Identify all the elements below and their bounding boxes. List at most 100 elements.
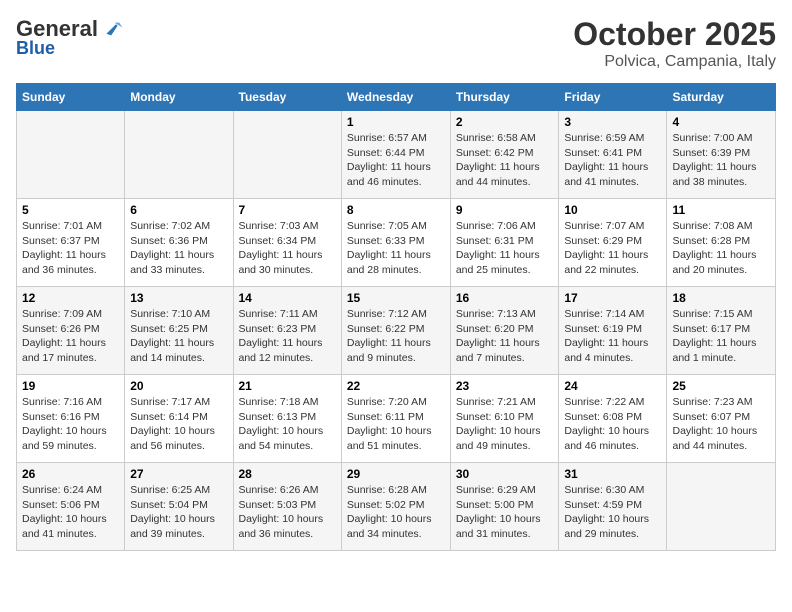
day-number: 26 xyxy=(22,467,119,481)
calendar-cell: 11 Sunrise: 7:08 AMSunset: 6:28 PMDayligh… xyxy=(667,199,776,287)
calendar-cell: 19 Sunrise: 7:16 AMSunset: 6:16 PMDayligh… xyxy=(17,375,125,463)
day-info: Sunrise: 6:29 AMSunset: 5:00 PMDaylight:… xyxy=(456,483,554,542)
day-number: 29 xyxy=(347,467,445,481)
day-info: Sunrise: 6:59 AMSunset: 6:41 PMDaylight:… xyxy=(564,131,661,190)
day-info: Sunrise: 7:00 AMSunset: 6:39 PMDaylight:… xyxy=(672,131,770,190)
header-tuesday: Tuesday xyxy=(233,84,341,111)
calendar-cell: 24 Sunrise: 7:22 AMSunset: 6:08 PMDayligh… xyxy=(559,375,667,463)
calendar-cell: 1Sunrise: 6:57 AMSunset: 6:44 PMDaylight… xyxy=(341,111,450,199)
day-number: 2 xyxy=(456,115,554,129)
day-info: Sunrise: 7:21 AMSunset: 6:10 PMDaylight:… xyxy=(456,395,554,454)
calendar-cell: 15 Sunrise: 7:12 AMSunset: 6:22 PMDayligh… xyxy=(341,287,450,375)
day-info: Sunrise: 7:15 AMSunset: 6:17 PMDaylight:… xyxy=(672,307,770,366)
calendar-table: SundayMondayTuesdayWednesdayThursdayFrid… xyxy=(16,83,776,551)
day-number: 20 xyxy=(130,379,227,393)
page-header: General Blue October 2025 Polvica, Campa… xyxy=(16,16,776,71)
calendar-cell: 4 Sunrise: 7:00 AMSunset: 6:39 PMDaylight… xyxy=(667,111,776,199)
calendar-cell xyxy=(125,111,233,199)
day-number: 9 xyxy=(456,203,554,217)
day-number: 15 xyxy=(347,291,445,305)
day-number: 7 xyxy=(239,203,336,217)
day-info: Sunrise: 6:24 AMSunset: 5:06 PMDaylight:… xyxy=(22,483,119,542)
day-info: Sunrise: 6:26 AMSunset: 5:03 PMDaylight:… xyxy=(239,483,336,542)
day-info: Sunrise: 7:20 AMSunset: 6:11 PMDaylight:… xyxy=(347,395,445,454)
day-number: 23 xyxy=(456,379,554,393)
day-info: Sunrise: 7:05 AMSunset: 6:33 PMDaylight:… xyxy=(347,219,445,278)
day-info: Sunrise: 7:09 AMSunset: 6:26 PMDaylight:… xyxy=(22,307,119,366)
calendar-cell xyxy=(233,111,341,199)
calendar-cell: 21 Sunrise: 7:18 AMSunset: 6:13 PMDayligh… xyxy=(233,375,341,463)
header-saturday: Saturday xyxy=(667,84,776,111)
calendar-cell: 25 Sunrise: 7:23 AMSunset: 6:07 PMDayligh… xyxy=(667,375,776,463)
day-number: 21 xyxy=(239,379,336,393)
calendar-cell: 7 Sunrise: 7:03 AMSunset: 6:34 PMDaylight… xyxy=(233,199,341,287)
day-number: 17 xyxy=(564,291,661,305)
day-number: 10 xyxy=(564,203,661,217)
header-wednesday: Wednesday xyxy=(341,84,450,111)
logo: General Blue xyxy=(16,16,124,59)
day-info: Sunrise: 7:23 AMSunset: 6:07 PMDaylight:… xyxy=(672,395,770,454)
day-number: 30 xyxy=(456,467,554,481)
day-info: Sunrise: 7:07 AMSunset: 6:29 PMDaylight:… xyxy=(564,219,661,278)
day-info: Sunrise: 6:58 AMSunset: 6:42 PMDaylight:… xyxy=(456,131,554,190)
day-number: 28 xyxy=(239,467,336,481)
day-info: Sunrise: 7:16 AMSunset: 6:16 PMDaylight:… xyxy=(22,395,119,454)
calendar-cell: 28 Sunrise: 6:26 AMSunset: 5:03 PMDayligh… xyxy=(233,463,341,551)
calendar-cell: 10 Sunrise: 7:07 AMSunset: 6:29 PMDayligh… xyxy=(559,199,667,287)
calendar-cell: 30 Sunrise: 6:29 AMSunset: 5:00 PMDayligh… xyxy=(450,463,559,551)
day-info: Sunrise: 7:03 AMSunset: 6:34 PMDaylight:… xyxy=(239,219,336,278)
calendar-cell: 12 Sunrise: 7:09 AMSunset: 6:26 PMDayligh… xyxy=(17,287,125,375)
day-info: Sunrise: 7:18 AMSunset: 6:13 PMDaylight:… xyxy=(239,395,336,454)
calendar-cell: 20 Sunrise: 7:17 AMSunset: 6:14 PMDayligh… xyxy=(125,375,233,463)
day-number: 3 xyxy=(564,115,661,129)
day-number: 11 xyxy=(672,203,770,217)
day-number: 12 xyxy=(22,291,119,305)
title-block: October 2025 Polvica, Campania, Italy xyxy=(573,16,776,71)
logo-blue-text: Blue xyxy=(16,38,55,59)
header-thursday: Thursday xyxy=(450,84,559,111)
day-info: Sunrise: 7:02 AMSunset: 6:36 PMDaylight:… xyxy=(130,219,227,278)
day-number: 4 xyxy=(672,115,770,129)
day-info: Sunrise: 7:22 AMSunset: 6:08 PMDaylight:… xyxy=(564,395,661,454)
calendar-cell: 23 Sunrise: 7:21 AMSunset: 6:10 PMDayligh… xyxy=(450,375,559,463)
location-subtitle: Polvica, Campania, Italy xyxy=(573,53,776,71)
day-number: 25 xyxy=(672,379,770,393)
day-number: 5 xyxy=(22,203,119,217)
calendar-cell: 29 Sunrise: 6:28 AMSunset: 5:02 PMDayligh… xyxy=(341,463,450,551)
day-number: 22 xyxy=(347,379,445,393)
calendar-cell: 18 Sunrise: 7:15 AMSunset: 6:17 PMDayligh… xyxy=(667,287,776,375)
header-friday: Friday xyxy=(559,84,667,111)
day-number: 24 xyxy=(564,379,661,393)
day-number: 8 xyxy=(347,203,445,217)
calendar-cell: 27Sunrise: 6:25 AMSunset: 5:04 PMDayligh… xyxy=(125,463,233,551)
calendar-cell: 31Sunrise: 6:30 AMSunset: 4:59 PMDayligh… xyxy=(559,463,667,551)
day-info: Sunrise: 7:08 AMSunset: 6:28 PMDaylight:… xyxy=(672,219,770,278)
day-info: Sunrise: 7:06 AMSunset: 6:31 PMDaylight:… xyxy=(456,219,554,278)
day-info: Sunrise: 7:12 AMSunset: 6:22 PMDaylight:… xyxy=(347,307,445,366)
calendar-cell: 26 Sunrise: 6:24 AMSunset: 5:06 PMDayligh… xyxy=(17,463,125,551)
calendar-cell: 5Sunrise: 7:01 AMSunset: 6:37 PMDaylight… xyxy=(17,199,125,287)
calendar-cell: 9 Sunrise: 7:06 AMSunset: 6:31 PMDaylight… xyxy=(450,199,559,287)
day-number: 18 xyxy=(672,291,770,305)
day-info: Sunrise: 7:10 AMSunset: 6:25 PMDaylight:… xyxy=(130,307,227,366)
calendar-cell xyxy=(667,463,776,551)
day-info: Sunrise: 6:28 AMSunset: 5:02 PMDaylight:… xyxy=(347,483,445,542)
calendar-cell: 13 Sunrise: 7:10 AMSunset: 6:25 PMDayligh… xyxy=(125,287,233,375)
calendar-header-row: SundayMondayTuesdayWednesdayThursdayFrid… xyxy=(17,84,776,111)
calendar-cell: 17Sunrise: 7:14 AMSunset: 6:19 PMDayligh… xyxy=(559,287,667,375)
calendar-week-row: 26 Sunrise: 6:24 AMSunset: 5:06 PMDayligh… xyxy=(17,463,776,551)
month-title: October 2025 xyxy=(573,16,776,53)
day-info: Sunrise: 6:25 AMSunset: 5:04 PMDaylight:… xyxy=(130,483,227,542)
calendar-cell xyxy=(17,111,125,199)
day-info: Sunrise: 7:17 AMSunset: 6:14 PMDaylight:… xyxy=(130,395,227,454)
day-number: 13 xyxy=(130,291,227,305)
logo-icon xyxy=(100,17,124,41)
day-number: 6 xyxy=(130,203,227,217)
header-monday: Monday xyxy=(125,84,233,111)
calendar-week-row: 12 Sunrise: 7:09 AMSunset: 6:26 PMDayligh… xyxy=(17,287,776,375)
day-number: 14 xyxy=(239,291,336,305)
day-number: 19 xyxy=(22,379,119,393)
day-number: 1 xyxy=(347,115,445,129)
calendar-cell: 8 Sunrise: 7:05 AMSunset: 6:33 PMDaylight… xyxy=(341,199,450,287)
calendar-cell: 22 Sunrise: 7:20 AMSunset: 6:11 PMDayligh… xyxy=(341,375,450,463)
